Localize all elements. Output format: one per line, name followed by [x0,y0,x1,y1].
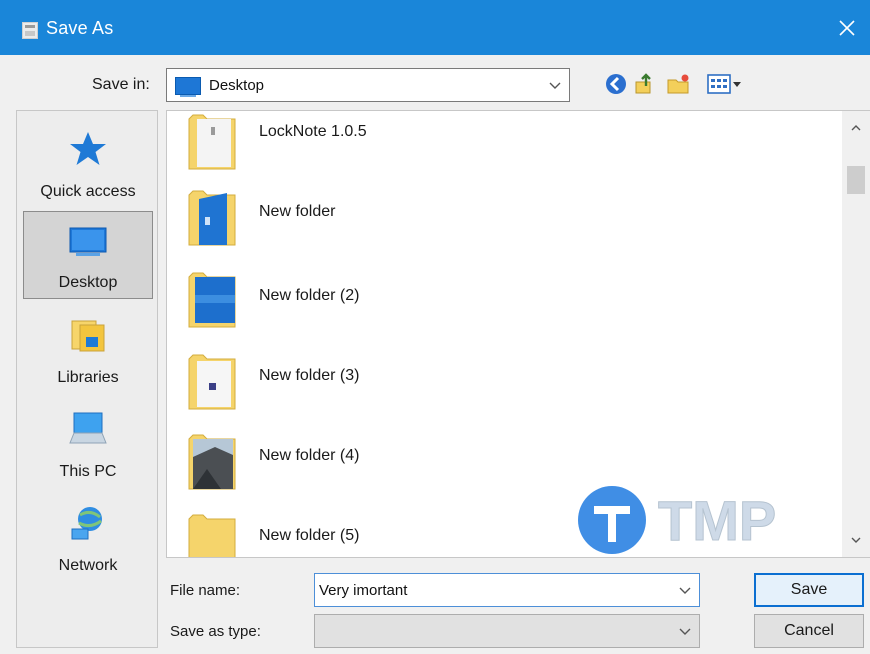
scroll-thumb[interactable] [847,166,865,194]
save-button[interactable]: Save [754,573,864,607]
list-item[interactable]: New folder (3) [167,347,837,427]
place-label: Quick access [40,183,136,200]
close-button[interactable] [824,0,870,55]
file-name-combo[interactable] [314,573,700,607]
notepad-icon [22,22,38,39]
new-folder-icon [667,74,689,94]
up-one-level-button[interactable] [632,72,656,96]
computer-icon [69,412,107,444]
folder-icon [188,514,236,557]
desktop-icon [69,227,107,256]
file-name: New folder (4) [259,447,360,464]
save-as-type-label: Save as type: [170,623,261,640]
place-label: This PC [59,463,117,480]
vertical-scrollbar[interactable] [842,110,870,558]
watermark-logo: TMP [578,486,777,554]
save-in-label: Save in: [92,76,150,93]
place-network[interactable]: Network [23,493,153,581]
list-item[interactable]: New folder (2) [167,265,837,345]
place-quick-access[interactable]: Quick access [23,119,153,207]
back-button[interactable] [604,72,628,96]
window-title: Save As [46,18,114,38]
folder-icon [188,434,236,490]
save-in-value: Desktop [209,77,265,94]
title-bar[interactable]: Save As [0,0,870,55]
file-name: LockNote 1.0.5 [259,123,367,140]
close-icon [839,19,855,36]
new-folder-button[interactable] [666,72,690,96]
places-bar: Quick access Desktop Libraries This PC N… [16,110,158,648]
folder-icon [188,354,236,410]
folder-icon [188,272,236,328]
place-desktop[interactable]: Desktop [23,211,153,299]
chevron-down-icon [679,628,691,635]
chevron-down-icon [679,587,691,594]
desktop-icon [175,77,201,97]
file-name: New folder (2) [259,287,360,304]
place-label: Network [58,557,118,574]
place-this-pc[interactable]: This PC [23,399,153,487]
up-folder-icon [635,73,651,94]
folder-icon [188,114,236,170]
watermark-text: TMP [658,489,776,552]
list-item[interactable]: LockNote 1.0.5 [167,111,837,187]
chevron-down-icon [549,82,561,89]
place-label: Libraries [57,369,119,386]
list-item[interactable]: New folder [167,183,837,263]
view-menu-button[interactable] [706,72,742,96]
file-name: New folder [259,203,336,220]
place-libraries[interactable]: Libraries [23,305,153,393]
place-label: Desktop [58,274,118,291]
scroll-up-button[interactable] [842,111,870,145]
network-icon [71,507,102,540]
save-as-dialog: Save As Save in: Desktop Quick access De… [0,0,870,654]
chevron-up-icon [851,125,861,131]
save-in-dropdown[interactable]: Desktop [166,68,570,102]
file-name-label: File name: [170,582,241,599]
scroll-down-button[interactable] [842,523,870,557]
save-as-type-dropdown[interactable] [314,614,700,648]
star-icon [70,132,106,165]
file-name: New folder (5) [259,527,360,544]
view-grid-icon [707,74,741,94]
file-name-input[interactable] [319,580,659,600]
file-name: New folder (3) [259,367,360,384]
chevron-down-icon [851,537,861,543]
back-arrow-icon [606,74,626,94]
cancel-button[interactable]: Cancel [754,614,864,648]
libraries-icon [71,320,105,352]
folder-icon [188,190,236,246]
